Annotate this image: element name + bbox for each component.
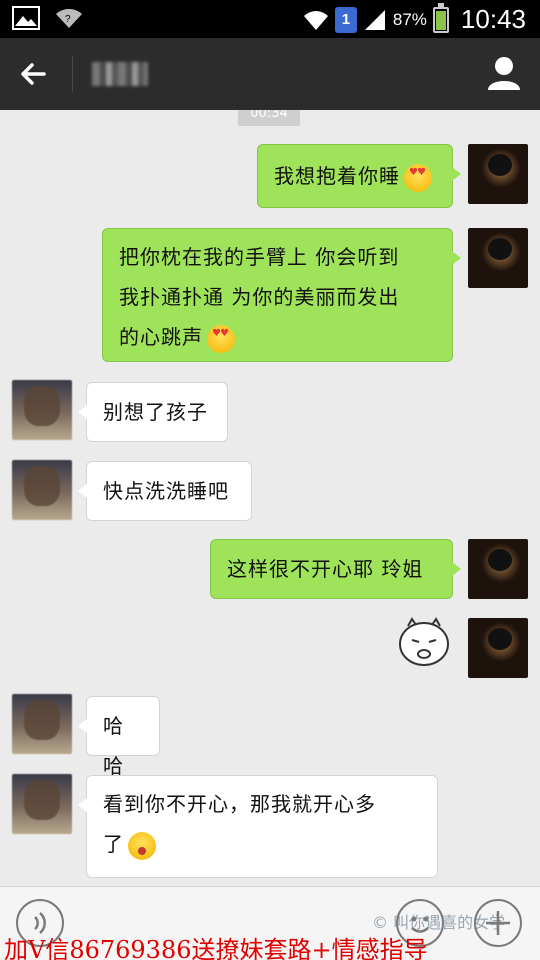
message-bubble-incoming[interactable]: 看到你不开心，那我就开心多 了 xyxy=(78,775,438,878)
signal-icon xyxy=(364,9,385,30)
message-text: 了 xyxy=(103,832,124,856)
sim-indicator: 1 xyxy=(334,6,357,33)
back-button[interactable] xyxy=(14,54,58,94)
message-text: 把你枕在我的手臂上 你会听到 xyxy=(119,245,400,269)
message-bubble-incoming[interactable]: 哈哈 xyxy=(78,696,160,778)
avatar-contact[interactable] xyxy=(12,694,72,754)
header-divider xyxy=(72,56,73,92)
person-icon xyxy=(488,57,520,90)
chat-header: •••• xyxy=(0,38,540,110)
plus-icon xyxy=(486,911,510,935)
gallery-icon xyxy=(12,6,40,30)
message-text: 快点洗洗睡吧 xyxy=(103,479,229,503)
message-bubble-outgoing[interactable]: 我想抱着你睡 xyxy=(257,144,461,208)
arrow-left-icon xyxy=(21,63,46,85)
svg-text:?: ? xyxy=(65,14,71,25)
profile-button[interactable] xyxy=(482,52,526,96)
avatar-me[interactable] xyxy=(468,228,528,288)
clock: 10:43 xyxy=(460,4,526,34)
chat-area[interactable]: 00:34 我想抱着你睡 把你枕在我的手臂上 你会听到 我扑通扑通 为你的美丽而… xyxy=(0,110,540,886)
message-text: 哈哈 xyxy=(103,714,124,778)
message-text: 这样很不开心耶 玲姐 xyxy=(227,557,424,581)
avatar-contact[interactable] xyxy=(12,460,72,520)
avatar-contact[interactable] xyxy=(12,380,72,440)
message-bubble-incoming[interactable]: 别想了孩子 xyxy=(78,382,228,442)
message-text: 看到你不开心，那我就开心多 xyxy=(103,792,376,816)
message-bubble-outgoing[interactable]: 把你枕在我的手臂上 你会听到 我扑通扑通 为你的美丽而发出 的心跳声 xyxy=(102,228,461,362)
avatar-me[interactable] xyxy=(468,144,528,204)
contact-name: •••• xyxy=(92,62,148,86)
message-text: 的心跳声 xyxy=(119,325,203,349)
sad-face-sticker-icon[interactable] xyxy=(396,616,452,668)
status-bar: ? 1 87% 10:43 xyxy=(0,0,540,38)
message-timestamp: 00:34 xyxy=(238,110,300,126)
battery-percent: 87% xyxy=(392,9,427,29)
message-text: 我扑通扑通 为你的美丽而发出 xyxy=(119,285,400,309)
heart-eyes-emoji-icon xyxy=(207,324,235,353)
avatar-me[interactable] xyxy=(468,618,528,678)
avatar-contact[interactable] xyxy=(12,774,72,834)
message-text: 别想了孩子 xyxy=(103,400,208,424)
message-bubble-outgoing[interactable]: 这样很不开心耶 玲姐 xyxy=(210,539,461,599)
promo-overlay-text: 加V信86769386送撩妹套路+情感指导 xyxy=(4,936,428,960)
wifi-icon: ? xyxy=(56,8,82,28)
message-text: 我想抱着你睡 xyxy=(274,164,400,188)
embarrassed-emoji-icon xyxy=(128,831,156,860)
more-button[interactable] xyxy=(474,899,522,947)
message-bubble-incoming[interactable]: 快点洗洗睡吧 xyxy=(78,461,252,521)
heart-eyes-emoji-icon xyxy=(404,163,432,192)
battery-icon xyxy=(432,2,449,33)
wifi-icon xyxy=(303,10,328,30)
avatar-me[interactable] xyxy=(468,539,528,599)
